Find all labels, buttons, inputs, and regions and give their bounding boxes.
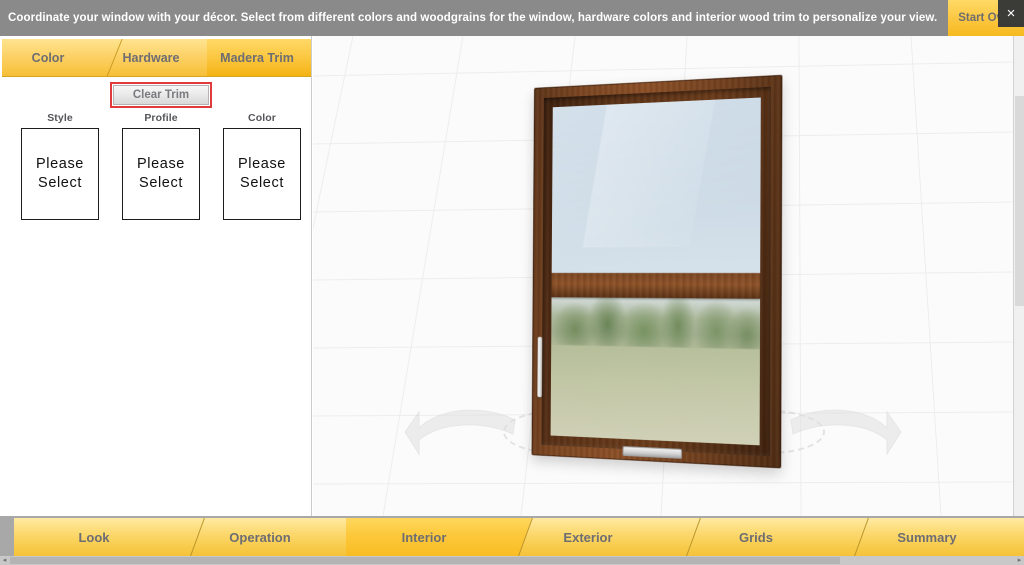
nav-tab-look-label: Look [78,529,110,545]
rotate-left-arrow-icon[interactable] [403,398,523,468]
nav-tab-exterior[interactable]: Exterior [506,518,680,556]
horizontal-scrollbar[interactable]: ◂ ▸ [0,556,1024,565]
close-icon[interactable]: × [998,0,1024,27]
vertical-scrollbar-thumb[interactable] [1015,96,1024,306]
nav-tab-operation[interactable]: Operation [178,518,352,556]
window-configurator-app: Coordinate your window with your décor. … [0,0,1024,565]
window-handle-icon[interactable] [537,337,543,398]
tab-color-label: Color [31,50,65,65]
nav-tab-exterior-label: Exterior [563,529,613,545]
nav-tab-summary[interactable]: Summary [842,518,1022,556]
window-3d-model[interactable] [531,74,783,469]
nav-tab-operation-label: Operation [229,529,291,545]
selector-profile-value-line1: Please [137,156,185,172]
instruction-banner: Coordinate your window with your décor. … [0,0,1024,36]
tab-hardware-label: Hardware [122,50,180,65]
instruction-text: Coordinate your window with your décor. … [8,12,938,24]
scroll-left-arrow-icon[interactable]: ◂ [0,556,9,565]
product-viewport[interactable] [313,36,1013,516]
nav-tab-grids[interactable]: Grids [674,518,848,556]
trim-tab-bar: Color Hardware Madera Trim [2,36,311,77]
selector-profile-label: Profile [144,112,178,124]
selector-color: Color Please Select [212,112,311,220]
vertical-scrollbar[interactable] [1013,36,1024,516]
nav-tab-summary-label: Summary [897,529,957,545]
trim-selectors: Style Please Select Profile Please Selec… [0,112,311,220]
nav-tab-interior-label: Interior [401,529,447,545]
selector-color-label: Color [248,112,276,124]
horizontal-scrollbar-thumb[interactable] [10,557,840,564]
clear-trim-highlight: Clear Trim [110,82,212,108]
selector-style: Style Please Select [10,112,110,220]
tab-madera-trim-label: Madera Trim [220,50,294,65]
tab-madera-trim[interactable]: Madera Trim [207,39,311,77]
tab-color[interactable]: Color [2,39,102,77]
wizard-step-nav: Look Operation Interior Exterior Grids S… [0,516,1024,558]
selector-style-value-line1: Please [36,156,84,172]
selector-profile-box[interactable]: Please Select [122,128,200,220]
selector-profile-value-line2: Select [139,175,183,191]
rotate-right-arrow-icon[interactable] [783,398,903,468]
clear-trim-button[interactable]: Clear Trim [113,85,209,105]
upper-sash-glass [551,97,761,273]
scroll-right-arrow-icon[interactable]: ▸ [1015,556,1024,565]
nav-tab-look[interactable]: Look [14,518,184,556]
nav-tab-grids-label: Grids [739,529,773,545]
selector-color-box[interactable]: Please Select [223,128,301,220]
selector-style-value-line2: Select [38,175,82,191]
lower-sash-glass [550,279,761,446]
selector-style-label: Style [47,112,73,124]
selector-color-value-line2: Select [240,175,284,191]
nav-tab-interior[interactable]: Interior [346,518,512,556]
selector-style-box[interactable]: Please Select [21,128,99,220]
window-glass-area [550,97,761,446]
selector-color-value-line1: Please [238,156,286,172]
options-panel: Color Hardware Madera Trim Clear Trim St… [0,36,312,516]
selector-profile: Profile Please Select [111,112,211,220]
